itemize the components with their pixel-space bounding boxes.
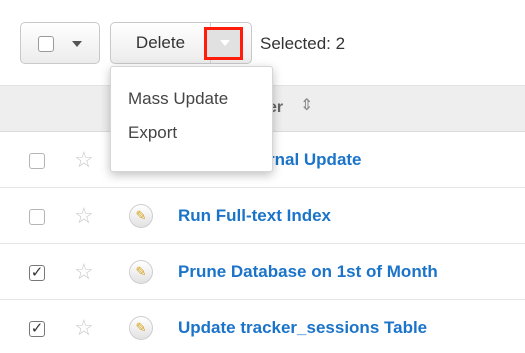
pencil-icon[interactable]: ✎ — [129, 204, 153, 228]
select-all-dropdown[interactable] — [20, 22, 100, 64]
select-all-checkbox[interactable] — [38, 36, 54, 52]
menu-item-mass-update[interactable]: Mass Update — [128, 89, 228, 109]
menu-item-export[interactable]: Export — [128, 123, 177, 143]
star-icon[interactable]: ☆ — [74, 315, 94, 341]
table-row: ☆ ✎ Run Full-text Index — [0, 189, 525, 244]
star-icon[interactable]: ☆ — [74, 147, 94, 173]
actions-dropdown-toggle[interactable] — [204, 27, 243, 60]
actions-dropdown-menu: Mass Update Export — [110, 66, 273, 172]
pencil-icon[interactable]: ✎ — [129, 260, 153, 284]
table-row: ✓ ☆ ✎ Prune Database on 1st of Month — [0, 245, 525, 300]
row-name-link[interactable]: Run Full-text Index — [178, 206, 331, 226]
row-checkbox[interactable] — [29, 209, 45, 225]
chevron-down-icon[interactable] — [72, 41, 82, 47]
pencil-icon[interactable]: ✎ — [129, 316, 153, 340]
table-row: ✓ ☆ ✎ Update tracker_sessions Table — [0, 301, 525, 353]
row-name-link[interactable]: rnal Update — [268, 150, 362, 170]
star-icon[interactable]: ☆ — [74, 259, 94, 285]
selected-count: Selected: 2 — [260, 34, 346, 53]
row-checkbox[interactable]: ✓ — [29, 321, 45, 337]
row-checkbox[interactable] — [29, 153, 45, 169]
row-name-link[interactable]: Update tracker_sessions Table — [178, 318, 427, 338]
delete-button[interactable]: Delete — [111, 23, 211, 63]
sort-icon[interactable]: ⇕ — [300, 95, 313, 115]
row-name-link[interactable]: Prune Database on 1st of Month — [178, 262, 438, 282]
row-checkbox[interactable]: ✓ — [29, 265, 45, 281]
chevron-down-icon — [220, 40, 230, 46]
star-icon[interactable]: ☆ — [74, 203, 94, 229]
